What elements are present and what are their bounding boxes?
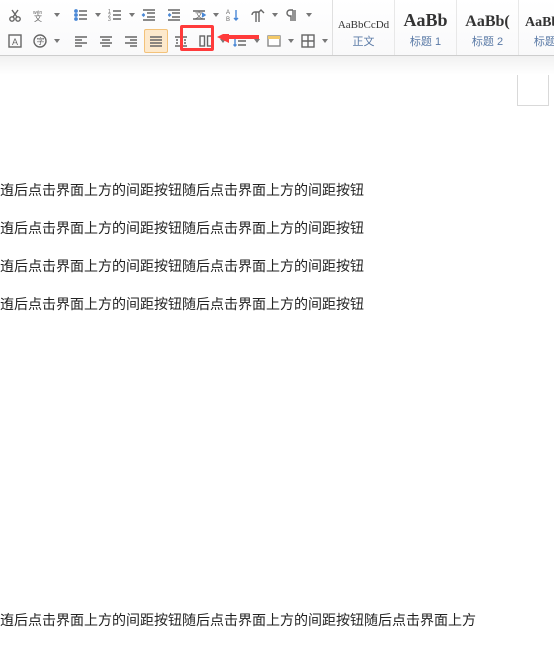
align-distribute-icon[interactable] [169, 29, 193, 53]
paragraph[interactable]: 迶后点击界面上方的间距按钮随后点击界面上方的间距按钮随后点击界面上方 [0, 610, 476, 630]
style-name: 标题 3 [534, 33, 554, 49]
style-preview: AaBb [403, 7, 447, 31]
clipboard-group: wén文 A 字 [0, 0, 64, 55]
bullets-icon[interactable] [69, 3, 93, 27]
svg-text:文: 文 [34, 13, 42, 23]
svg-text:B: B [226, 17, 230, 23]
phonetic-guide-icon[interactable]: wén文 [28, 3, 52, 27]
paragraph-marks-icon[interactable] [246, 3, 270, 27]
outdent-icon[interactable] [137, 3, 161, 27]
numbering-dropdown[interactable] [128, 4, 136, 26]
style-preview: AaBbCcDd [338, 7, 389, 31]
columns-icon[interactable] [194, 29, 218, 53]
svg-text:文: 文 [195, 10, 203, 20]
paragraph-group: 123 文 AB [66, 0, 332, 55]
align-right-icon[interactable] [119, 29, 143, 53]
style-heading3[interactable]: AaBbC( 标题 3 [519, 0, 554, 55]
align-justify-icon[interactable] [144, 29, 168, 53]
columns-dropdown[interactable] [219, 30, 227, 52]
bullets-dropdown[interactable] [94, 4, 102, 26]
tabs-icon[interactable]: 文 [187, 3, 211, 27]
paragraph[interactable]: 迶后点击界面上方的间距按钮随后点击界面上方的间距按钮 [0, 294, 364, 314]
style-name: 标题 2 [472, 33, 503, 49]
cut-icon[interactable] [3, 3, 27, 27]
indent-icon[interactable] [162, 3, 186, 27]
svg-text:A: A [12, 37, 18, 47]
style-name: 正文 [353, 33, 375, 49]
svg-text:3: 3 [108, 17, 111, 23]
pilcrow-dropdown[interactable] [305, 4, 313, 26]
line-spacing-dropdown[interactable] [253, 30, 261, 52]
style-heading1[interactable]: AaBb 标题 1 [395, 0, 457, 55]
style-name: 标题 1 [410, 33, 441, 49]
styles-gallery: AaBbCcDd 正文 AaBb 标题 1 AaBb( 标题 2 AaBbC( … [332, 0, 554, 55]
enclose-dropdown[interactable] [53, 30, 61, 52]
sort-icon[interactable]: AB [221, 3, 245, 27]
numbering-icon[interactable]: 123 [103, 3, 127, 27]
ribbon-shadow [0, 55, 554, 75]
style-preview: AaBbC( [525, 7, 554, 31]
pilcrow-icon[interactable] [280, 3, 304, 27]
svg-text:A: A [226, 10, 230, 16]
style-heading2[interactable]: AaBb( 标题 2 [457, 0, 519, 55]
borders-dropdown[interactable] [321, 30, 329, 52]
character-border-icon[interactable]: A [3, 29, 27, 53]
paragraph[interactable]: 迶后点击界面上方的间距按钮随后点击界面上方的间距按钮 [0, 180, 364, 200]
shading-icon[interactable] [262, 29, 286, 53]
align-left-icon[interactable] [69, 29, 93, 53]
tabs-dropdown[interactable] [212, 4, 220, 26]
para-marks-dropdown[interactable] [271, 4, 279, 26]
style-preview: AaBb( [465, 7, 509, 31]
phonetic-dropdown[interactable] [53, 4, 61, 26]
borders-icon[interactable] [296, 29, 320, 53]
enclose-char-icon[interactable]: 字 [28, 29, 52, 53]
align-center-icon[interactable] [94, 29, 118, 53]
ribbon-toolbar: wén文 A 字 123 文 AB [0, 0, 554, 56]
line-spacing-icon[interactable] [228, 29, 252, 53]
svg-text:字: 字 [37, 36, 45, 46]
paragraph[interactable]: 迶后点击界面上方的间距按钮随后点击界面上方的间距按钮 [0, 256, 364, 276]
style-normal[interactable]: AaBbCcDd 正文 [333, 0, 395, 55]
paragraph[interactable]: 迶后点击界面上方的间距按钮随后点击界面上方的间距按钮 [0, 218, 364, 238]
document-page[interactable]: 迶后点击界面上方的间距按钮随后点击界面上方的间距按钮 迶后点击界面上方的间距按钮… [0, 75, 554, 649]
shading-dropdown[interactable] [287, 30, 295, 52]
